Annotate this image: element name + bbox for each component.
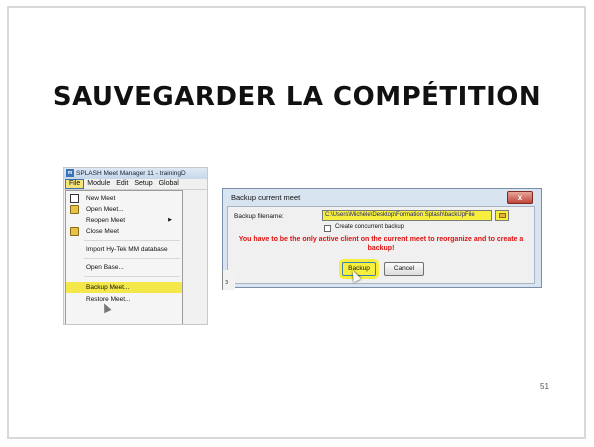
menu-item-close-meet[interactable]: Close Meet — [66, 226, 182, 237]
menu-module[interactable]: Module — [84, 179, 113, 189]
dialog-title: Backup current meet — [231, 193, 301, 202]
menu-item-backup-meet[interactable]: Backup Meet... — [66, 282, 182, 293]
background-partial-text: 3 — [225, 280, 229, 286]
close-folder-icon — [70, 227, 79, 236]
concurrent-backup-checkbox[interactable] — [324, 225, 331, 232]
submenu-arrow-icon: ▶ — [168, 217, 172, 223]
window-title: SPLASH Meet Manager 11 - trainingD — [76, 170, 186, 177]
app-logo-icon: m — [66, 169, 74, 178]
menu-separator — [84, 258, 180, 259]
slide-title: SAUVEGARDER LA COMPÉTITION — [52, 82, 542, 112]
new-document-icon — [70, 194, 79, 203]
menu-item-restore-meet[interactable]: Restore Meet... — [66, 294, 182, 305]
cancel-button[interactable]: Cancel — [384, 262, 424, 276]
filename-label: Backup filename: — [234, 213, 284, 220]
folder-icon — [499, 213, 506, 218]
menu-item-reopen-meet[interactable]: Reopen Meet ▶ — [66, 215, 182, 226]
menu-edit[interactable]: Edit — [113, 179, 131, 189]
menu-item-open-base[interactable]: Open Base... — [66, 262, 182, 273]
menu-bar: File Module Edit Setup Global — [64, 179, 207, 190]
open-folder-icon — [70, 205, 79, 214]
menu-separator — [84, 276, 180, 277]
menu-global[interactable]: Global — [156, 179, 182, 189]
menu-setup[interactable]: Setup — [131, 179, 155, 189]
menu-separator — [84, 240, 180, 241]
close-button[interactable]: x — [507, 191, 533, 204]
background-window-edge: 3 — [222, 270, 235, 290]
menu-file[interactable]: File — [65, 179, 85, 189]
menu-item-import-hytek[interactable]: Import Hy-Tek MM database — [66, 244, 182, 255]
menu-item-new-meet[interactable]: New Meet — [66, 193, 182, 204]
browse-button[interactable] — [495, 210, 509, 221]
menu-item-open-meet[interactable]: Open Meet... — [66, 204, 182, 215]
window-titlebar: m SPLASH Meet Manager 11 - trainingD — [64, 168, 207, 179]
filename-input[interactable]: C:\Users\Michèle\Desktop\Formation Splas… — [322, 210, 492, 221]
warning-message: You have to be the only active client on… — [238, 236, 524, 252]
concurrent-backup-label: Create concurrent backup — [335, 224, 405, 230]
menu-screenshot: m SPLASH Meet Manager 11 - trainingD File… — [63, 167, 208, 325]
file-dropdown: New Meet Open Meet... Reopen Meet ▶ Clos… — [65, 190, 183, 324]
backup-dialog: Backup current meet x Backup filename: C… — [222, 188, 542, 288]
page-number: 51 — [540, 382, 549, 391]
dialog-body: Backup filename: C:\Users\Michèle\Deskto… — [227, 206, 535, 284]
